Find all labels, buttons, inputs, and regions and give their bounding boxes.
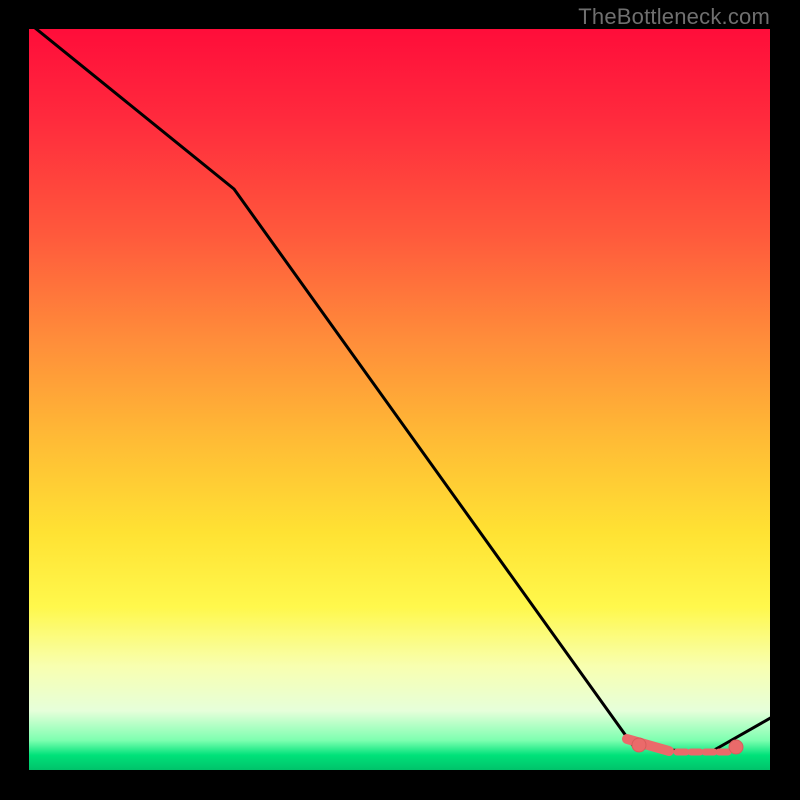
attribution-label: TheBottleneck.com	[578, 4, 770, 30]
chart-frame: TheBottleneck.com	[0, 0, 800, 800]
plot-gradient-background	[29, 29, 770, 770]
